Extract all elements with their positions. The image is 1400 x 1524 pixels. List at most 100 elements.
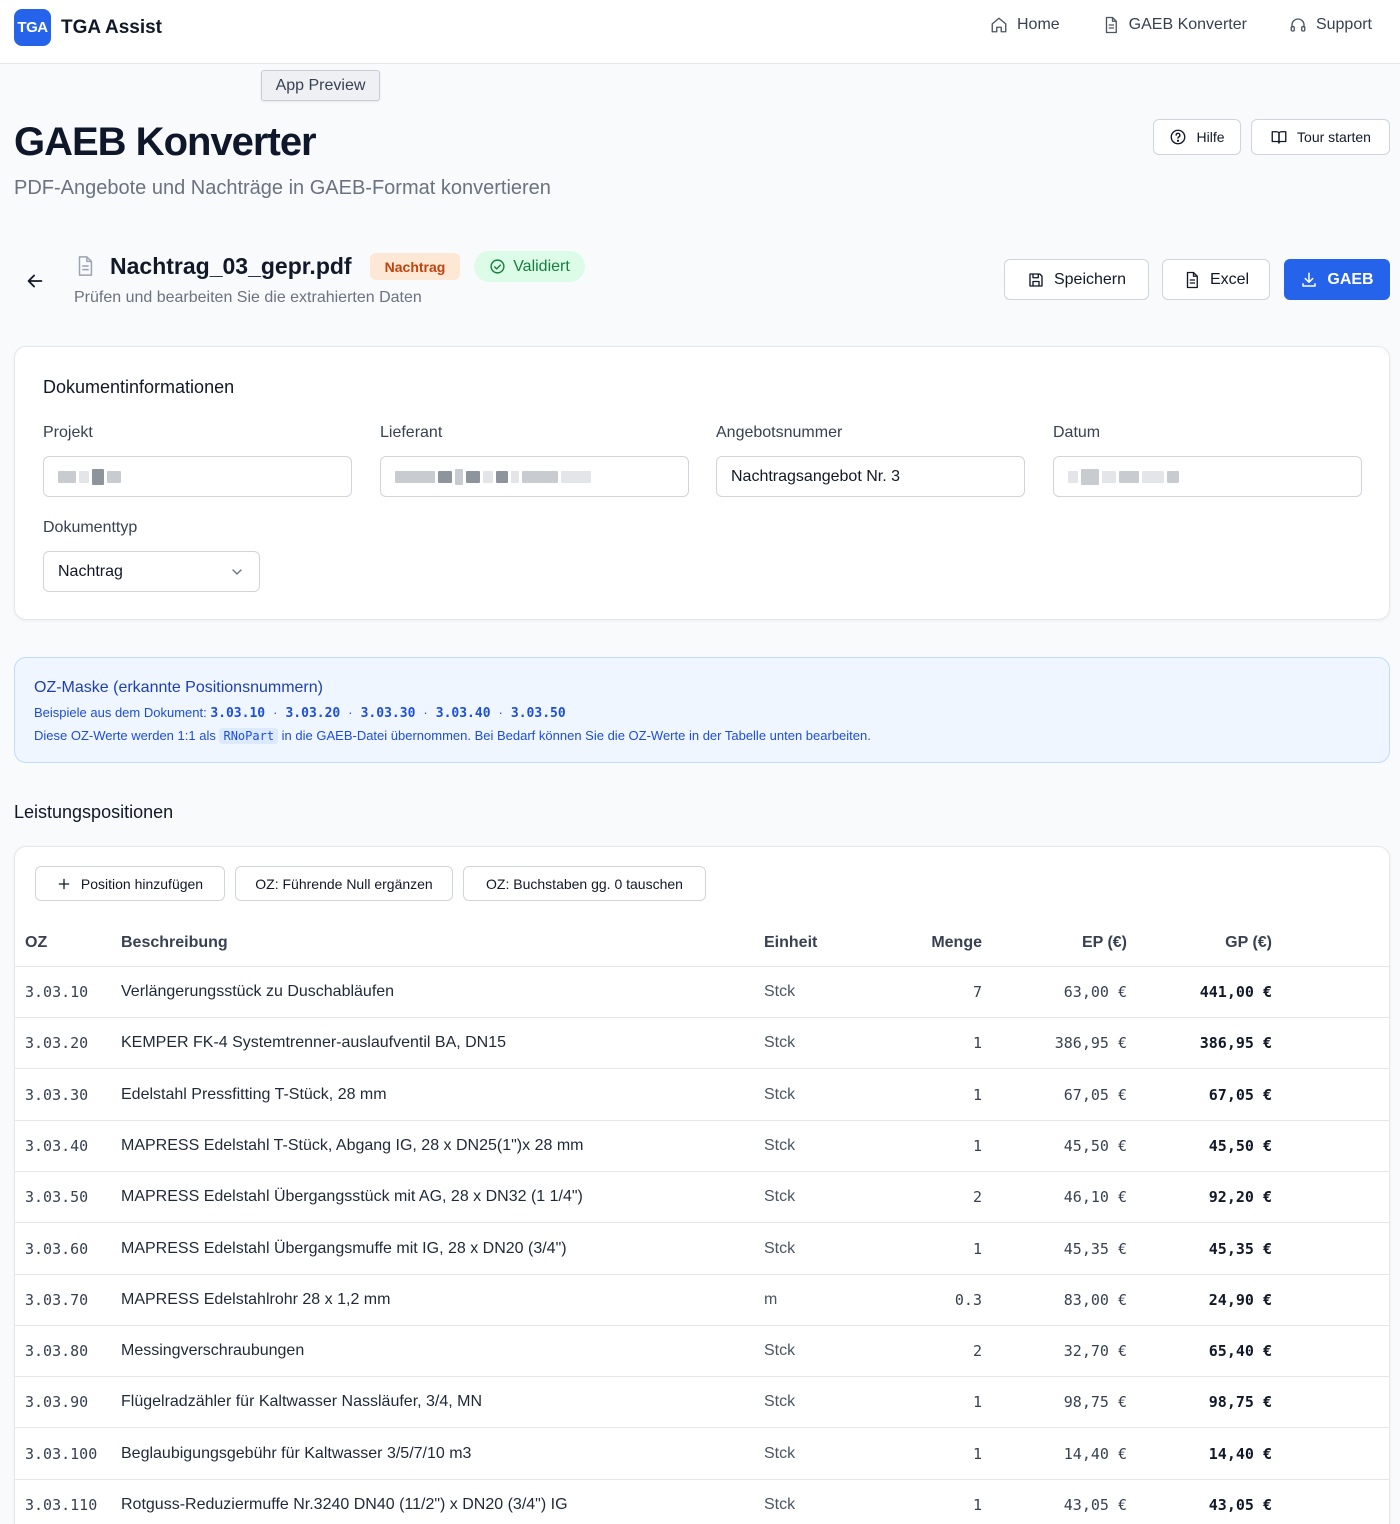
cell-gp[interactable]: 45,35 € (1209, 1240, 1272, 1258)
cell-ep[interactable]: 32,70 € (1064, 1342, 1127, 1360)
nav-support[interactable]: Support (1289, 16, 1372, 34)
angebotsnummer-input[interactable]: Nachtragsangebot Nr. 3 (716, 456, 1025, 497)
cell-qty[interactable]: 7 (973, 983, 982, 1001)
table-row[interactable]: 3.03.100 Beglaubigungsgebühr für Kaltwass… (15, 1428, 1389, 1480)
cell-ep[interactable]: 98,75 € (1064, 1393, 1127, 1411)
cell-unit[interactable]: m (764, 1291, 777, 1309)
cell-oz[interactable]: 3.03.70 (25, 1291, 88, 1309)
cell-ep[interactable]: 46,10 € (1064, 1188, 1127, 1206)
table-row[interactable]: 3.03.30 Edelstahl Pressfitting T-Stück, 2… (15, 1069, 1389, 1121)
cell-unit[interactable]: Stck (764, 1445, 795, 1463)
nav-gaeb-label: GAEB Konverter (1128, 16, 1247, 33)
nav-gaeb-konverter[interactable]: GAEB Konverter (1102, 16, 1247, 34)
cell-desc[interactable]: KEMPER FK-4 Systemtrenner-auslaufventil … (121, 1034, 506, 1052)
table-row[interactable]: 3.03.20 KEMPER FK-4 Systemtrenner-auslauf… (15, 1018, 1389, 1070)
save-label: Speichern (1053, 270, 1127, 288)
cell-desc[interactable]: MAPRESS Edelstahlrohr 28 x 1,2 mm (121, 1291, 390, 1309)
table-row[interactable]: 3.03.80 Messingverschraubungen Stck 2 32,70 … (15, 1326, 1389, 1378)
cell-unit[interactable]: Stck (764, 983, 795, 1001)
cell-qty[interactable]: 1 (973, 1034, 982, 1052)
cell-unit[interactable]: Stck (764, 1240, 795, 1258)
cell-gp[interactable]: 65,40 € (1209, 1342, 1272, 1360)
cell-desc[interactable]: Beglaubigungsgebühr für Kaltwasser 3/5/7… (121, 1445, 471, 1463)
cell-gp[interactable]: 98,75 € (1209, 1393, 1272, 1411)
cell-qty[interactable]: 1 (973, 1393, 982, 1411)
table-row[interactable]: 3.03.90 Flügelradzähler für Kaltwasser Na… (15, 1377, 1389, 1429)
cell-unit[interactable]: Stck (764, 1342, 795, 1360)
cell-qty[interactable]: 1 (973, 1086, 982, 1104)
col-oz: OZ (25, 934, 48, 951)
cell-oz[interactable]: 3.03.110 (25, 1496, 97, 1514)
cell-gp[interactable]: 24,90 € (1209, 1291, 1272, 1309)
dokumenttyp-select[interactable]: Nachtrag (43, 551, 260, 592)
save-button[interactable]: Speichern (1004, 259, 1149, 300)
cell-oz[interactable]: 3.03.40 (25, 1137, 88, 1155)
table-row[interactable]: 3.03.70 MAPRESS Edelstahlrohr 28 x 1,2 mm… (15, 1274, 1389, 1326)
cell-desc[interactable]: Flügelradzähler für Kaltwasser Nassläufe… (121, 1393, 482, 1411)
tour-button[interactable]: Tour starten (1251, 119, 1390, 155)
cell-ep[interactable]: 67,05 € (1064, 1086, 1127, 1104)
cell-desc[interactable]: Verlängerungsstück zu Duschabläufen (121, 983, 394, 1001)
oz-separator: · (423, 705, 428, 720)
gaeb-export-button[interactable]: GAEB (1284, 259, 1390, 300)
cell-ep[interactable]: 43,05 € (1064, 1496, 1127, 1514)
cell-qty[interactable]: 0.3 (955, 1291, 982, 1309)
cell-gp[interactable]: 14,40 € (1209, 1445, 1272, 1463)
table-row[interactable]: 3.03.60 MAPRESS Edelstahl Übergangsmuffe … (15, 1223, 1389, 1275)
add-position-button[interactable]: Position hinzufügen (35, 866, 225, 901)
cell-unit[interactable]: Stck (764, 1188, 795, 1206)
cell-qty[interactable]: 1 (973, 1240, 982, 1258)
cell-gp[interactable]: 43,05 € (1209, 1496, 1272, 1514)
help-button[interactable]: Hilfe (1153, 119, 1241, 155)
cell-qty[interactable]: 1 (973, 1137, 982, 1155)
cell-desc[interactable]: Edelstahl Pressfitting T-Stück, 28 mm (121, 1086, 387, 1104)
cell-oz[interactable]: 3.03.90 (25, 1393, 88, 1411)
cell-unit[interactable]: Stck (764, 1086, 795, 1104)
cell-gp[interactable]: 386,95 € (1200, 1034, 1272, 1052)
excel-button[interactable]: Excel (1162, 259, 1270, 300)
projekt-input[interactable] (43, 456, 352, 497)
cell-oz[interactable]: 3.03.80 (25, 1342, 88, 1360)
table-row[interactable]: 3.03.50 MAPRESS Edelstahl Übergangsstück … (15, 1172, 1389, 1224)
dokumenttyp-label: Dokumenttyp (43, 519, 138, 536)
cell-ep[interactable]: 83,00 € (1064, 1291, 1127, 1309)
cell-desc[interactable]: MAPRESS Edelstahl T-Stück, Abgang IG, 28… (121, 1137, 583, 1155)
cell-gp[interactable]: 441,00 € (1200, 983, 1272, 1001)
lieferant-input[interactable] (380, 456, 689, 497)
cell-oz[interactable]: 3.03.60 (25, 1240, 88, 1258)
cell-unit[interactable]: Stck (764, 1496, 795, 1514)
cell-ep[interactable]: 63,00 € (1064, 983, 1127, 1001)
cell-ep[interactable]: 386,95 € (1055, 1034, 1127, 1052)
cell-unit[interactable]: Stck (764, 1034, 795, 1052)
cell-oz[interactable]: 3.03.100 (25, 1445, 97, 1463)
cell-qty[interactable]: 2 (973, 1188, 982, 1206)
cell-desc[interactable]: MAPRESS Edelstahl Übergangsstück mit AG,… (121, 1188, 583, 1206)
cell-unit[interactable]: Stck (764, 1137, 795, 1155)
datum-input[interactable] (1053, 456, 1362, 497)
cell-desc[interactable]: MAPRESS Edelstahl Übergangsmuffe mit IG,… (121, 1240, 567, 1258)
cell-ep[interactable]: 45,35 € (1064, 1240, 1127, 1258)
back-arrow-icon[interactable] (24, 270, 46, 292)
cell-oz[interactable]: 3.03.30 (25, 1086, 88, 1104)
table-row[interactable]: 3.03.10 Verlängerungsstück zu Duschabläuf… (15, 967, 1389, 1018)
cell-qty[interactable]: 1 (973, 1496, 982, 1514)
nav-home[interactable]: Home (990, 16, 1060, 34)
table-row[interactable]: 3.03.110 Rotguss-Reduziermuffe Nr.3240 DN… (15, 1480, 1389, 1524)
cell-ep[interactable]: 45,50 € (1064, 1137, 1127, 1155)
brand[interactable]: TGA TGA Assist (14, 9, 162, 46)
cell-gp[interactable]: 67,05 € (1209, 1086, 1272, 1104)
cell-qty[interactable]: 2 (973, 1342, 982, 1360)
table-row[interactable]: 3.03.40 MAPRESS Edelstahl T-Stück, Abgang… (15, 1120, 1389, 1172)
oz-lead-zero-button[interactable]: OZ: Führende Null ergänzen (235, 866, 453, 901)
cell-desc[interactable]: Rotguss-Reduziermuffe Nr.3240 DN40 (11/2… (121, 1496, 568, 1514)
oz-swap-letters-button[interactable]: OZ: Buchstaben gg. 0 tauschen (463, 866, 706, 901)
cell-desc[interactable]: Messingverschraubungen (121, 1342, 304, 1360)
cell-gp[interactable]: 92,20 € (1209, 1188, 1272, 1206)
cell-oz[interactable]: 3.03.50 (25, 1188, 88, 1206)
cell-gp[interactable]: 45,50 € (1209, 1137, 1272, 1155)
cell-qty[interactable]: 1 (973, 1445, 982, 1463)
cell-oz[interactable]: 3.03.10 (25, 983, 88, 1001)
cell-unit[interactable]: Stck (764, 1393, 795, 1411)
cell-oz[interactable]: 3.03.20 (25, 1034, 88, 1052)
cell-ep[interactable]: 14,40 € (1064, 1445, 1127, 1463)
